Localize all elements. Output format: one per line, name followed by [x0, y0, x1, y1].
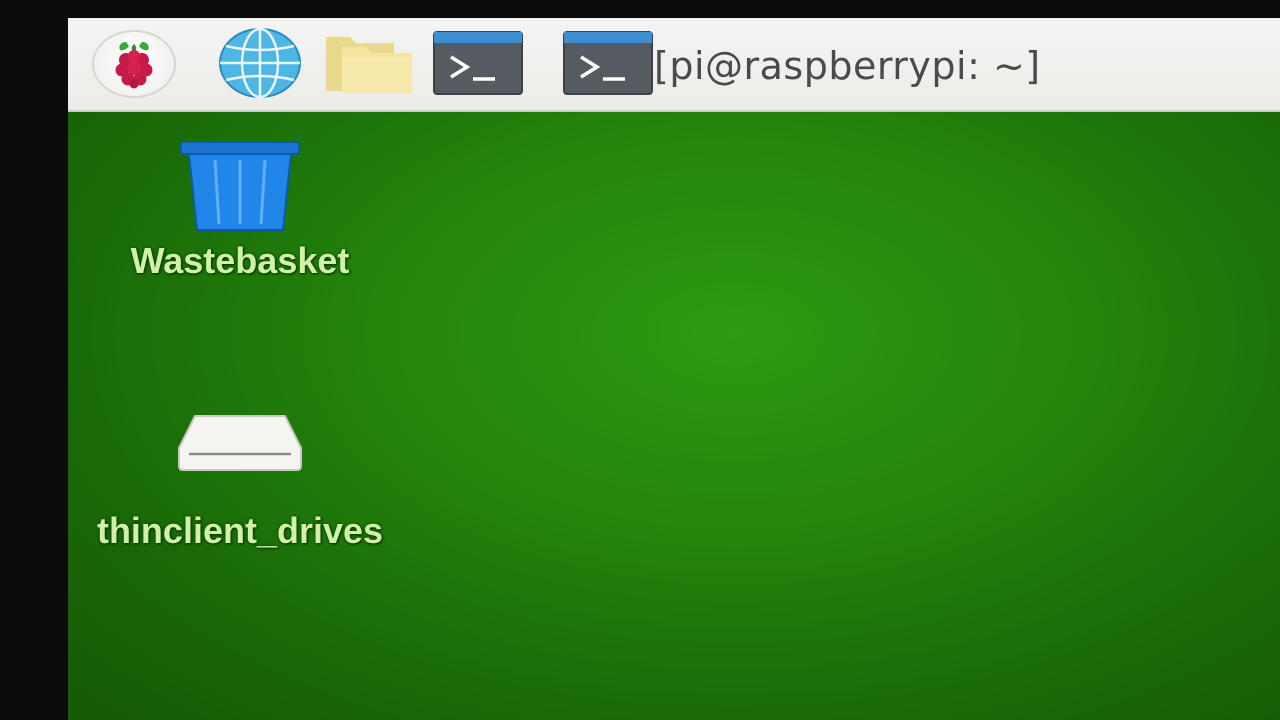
folder-icon	[326, 37, 412, 93]
terminal-window-button-icon[interactable]	[562, 28, 654, 98]
web-browser-launcher[interactable]	[216, 28, 304, 98]
desktop-icon-thinclient-drives[interactable]: thinclient_drives	[90, 410, 390, 558]
globe-icon	[219, 28, 301, 98]
terminal-window-button[interactable]: [pi@raspberrypi: ~]	[654, 38, 1041, 94]
desktop-icon-wastebasket[interactable]: Wastebasket	[90, 136, 390, 288]
terminal-icon	[433, 31, 523, 95]
taskbar: [pi@raspberrypi: ~]	[68, 18, 1280, 112]
trash-icon	[180, 141, 300, 231]
raspberry-icon	[115, 42, 153, 89]
desktop-icon-label: thinclient_drives	[96, 510, 384, 551]
file-manager-launcher[interactable]	[324, 28, 414, 98]
desktop-icon-label: Wastebasket	[130, 240, 350, 281]
main-menu-button[interactable]	[92, 30, 176, 98]
desktop-screen: [pi@raspberrypi: ~] Wastebasket thinclie…	[68, 18, 1280, 720]
terminal-launcher[interactable]	[432, 28, 524, 98]
terminal-icon	[563, 31, 653, 95]
drive-icon	[178, 415, 302, 471]
